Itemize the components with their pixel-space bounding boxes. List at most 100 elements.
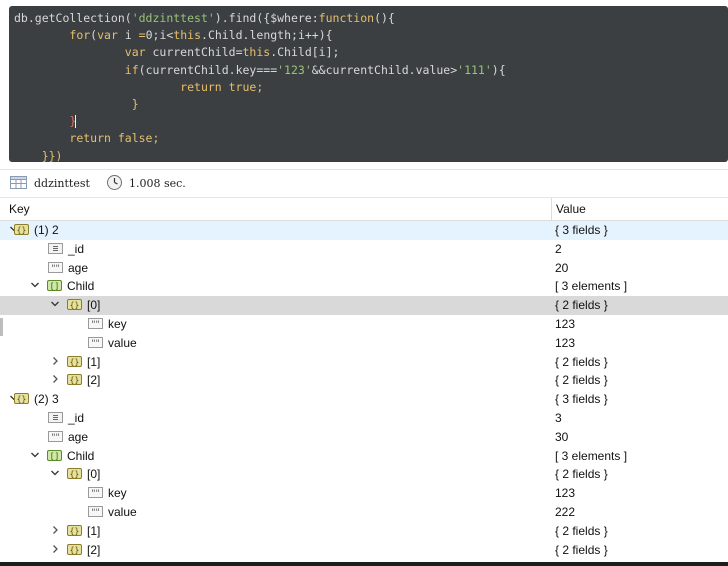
field-value: 20	[555, 261, 569, 275]
code-token: =	[138, 28, 146, 43]
field-key: value	[108, 336, 137, 350]
code-line: for(var i =0;i<this.Child.length;i++){	[14, 27, 506, 44]
tree-row[interactable]: {} (1) 2 { 3 fields }	[0, 221, 728, 240]
svg-text:[]: []	[50, 452, 60, 461]
field-value: [ 3 elements ]	[555, 279, 628, 293]
tree-row[interactable]: "" age 30	[0, 428, 728, 447]
chevron-right-icon[interactable]	[50, 524, 60, 536]
chevron-down-icon[interactable]	[50, 467, 60, 479]
object-type-icon: {}	[67, 356, 82, 367]
tree-row[interactable]: {} [0] { 2 fields }	[0, 465, 728, 484]
code-line: }})	[14, 148, 506, 165]
tree-row[interactable]: [] Child [ 3 elements ]	[0, 447, 728, 466]
code-token: }})	[41, 148, 63, 163]
svg-text:{}: {}	[70, 301, 80, 310]
code-token: var	[124, 45, 146, 60]
tree-row[interactable]: "" value 123	[0, 334, 728, 353]
result-status-bar: ddzinttest 1.008 sec.	[0, 169, 728, 198]
query-editor[interactable]: db.getCollection('ddzinttest').find({$wh…	[9, 6, 728, 165]
svg-text:{}: {}	[70, 470, 80, 479]
tree-row[interactable]: "" key 123	[0, 315, 728, 334]
field-key: key	[108, 317, 127, 331]
object-type-icon: {}	[67, 525, 82, 536]
svg-text:{}: {}	[17, 395, 27, 404]
object-type-icon: {}	[67, 374, 82, 385]
svg-text:"": ""	[91, 320, 99, 329]
chevron-right-icon[interactable]	[50, 373, 60, 385]
code-token: db.getCollection(	[14, 11, 132, 25]
field-key: [2]	[87, 373, 101, 387]
field-key: [1]	[87, 355, 101, 369]
tree-row[interactable]: {} [2] { 2 fields }	[0, 541, 728, 560]
field-value: { 3 fields }	[555, 223, 608, 237]
tree-row[interactable]: "" key 123	[0, 484, 728, 503]
svg-text:"": ""	[51, 264, 59, 273]
field-value: { 2 fields }	[555, 298, 608, 312]
svg-text:{}: {}	[70, 376, 80, 385]
code-token: if	[124, 62, 139, 77]
svg-text:"": ""	[51, 433, 59, 442]
field-key: [0]	[87, 467, 101, 481]
field-key: [0]	[87, 298, 101, 312]
key-column-header[interactable]: Key	[9, 202, 30, 216]
table-header: Key Value	[0, 198, 728, 221]
code-token: (currentChild.key===	[138, 62, 278, 77]
field-key: key	[108, 486, 127, 500]
string-type-icon: ""	[48, 262, 63, 274]
chevron-down-icon[interactable]	[50, 298, 60, 310]
field-key: (2) 3	[34, 392, 59, 406]
field-key: age	[68, 261, 89, 275]
code-token: ){	[491, 62, 506, 77]
code-token: for	[69, 28, 91, 43]
svg-text:"": ""	[91, 339, 99, 348]
code-token: this	[173, 28, 202, 43]
tree-row[interactable]: {} [0] { 2 fields }	[0, 296, 728, 315]
field-value: 123	[555, 317, 576, 331]
tree-row[interactable]: {} [1] { 2 fields }	[0, 353, 728, 372]
tree-row[interactable]: [] Child [ 3 elements ]	[0, 277, 728, 296]
tree-row[interactable]: _id 3	[0, 409, 728, 428]
svg-text:{}: {}	[70, 546, 80, 555]
results-tree-table[interactable]: Key Value {} (1) 2 { 3 fields } _id 2 "" age 20…	[0, 198, 728, 566]
text-cursor	[75, 115, 77, 129]
side-splitter-handle[interactable]	[0, 318, 3, 336]
object-type-icon: {}	[14, 393, 29, 404]
chevron-right-icon[interactable]	[50, 355, 60, 367]
chevron-down-icon[interactable]	[30, 279, 40, 291]
value-column-header[interactable]: Value	[556, 202, 586, 216]
tree-row[interactable]: "" age 20	[0, 259, 728, 278]
tree-row[interactable]: {} [1] { 2 fields }	[0, 522, 728, 541]
code-token: ).find({	[214, 11, 271, 25]
field-value: { 2 fields }	[555, 355, 608, 369]
field-key: Child	[67, 449, 95, 463]
chevron-right-icon[interactable]	[50, 543, 60, 555]
code-token: return true;	[180, 79, 264, 94]
query-code[interactable]: db.getCollection('ddzinttest').find({$wh…	[14, 10, 506, 165]
field-value: { 2 fields }	[555, 524, 608, 538]
column-divider[interactable]	[551, 198, 552, 220]
tree-row[interactable]: {} [2] { 2 fields }	[0, 371, 728, 390]
svg-text:{}: {}	[70, 358, 80, 367]
field-key: _id	[68, 411, 85, 425]
bottom-border	[0, 562, 728, 566]
field-value: 2	[555, 242, 562, 256]
code-token: '123'	[277, 62, 312, 77]
code-token: $where	[270, 11, 312, 25]
code-token: i	[117, 28, 139, 43]
chevron-down-icon[interactable]	[30, 449, 40, 461]
tree-row[interactable]: "" value 222	[0, 503, 728, 522]
code-token: }	[14, 96, 139, 111]
object-type-icon: {}	[67, 468, 82, 479]
tree-row[interactable]: _id 2	[0, 240, 728, 259]
tree-row[interactable]: {} (2) 3 { 3 fields }	[0, 390, 728, 409]
field-value: 3	[555, 411, 562, 425]
field-key: age	[68, 430, 89, 444]
field-value: { 3 fields }	[555, 392, 608, 406]
code-token: currentChild=	[145, 45, 243, 60]
